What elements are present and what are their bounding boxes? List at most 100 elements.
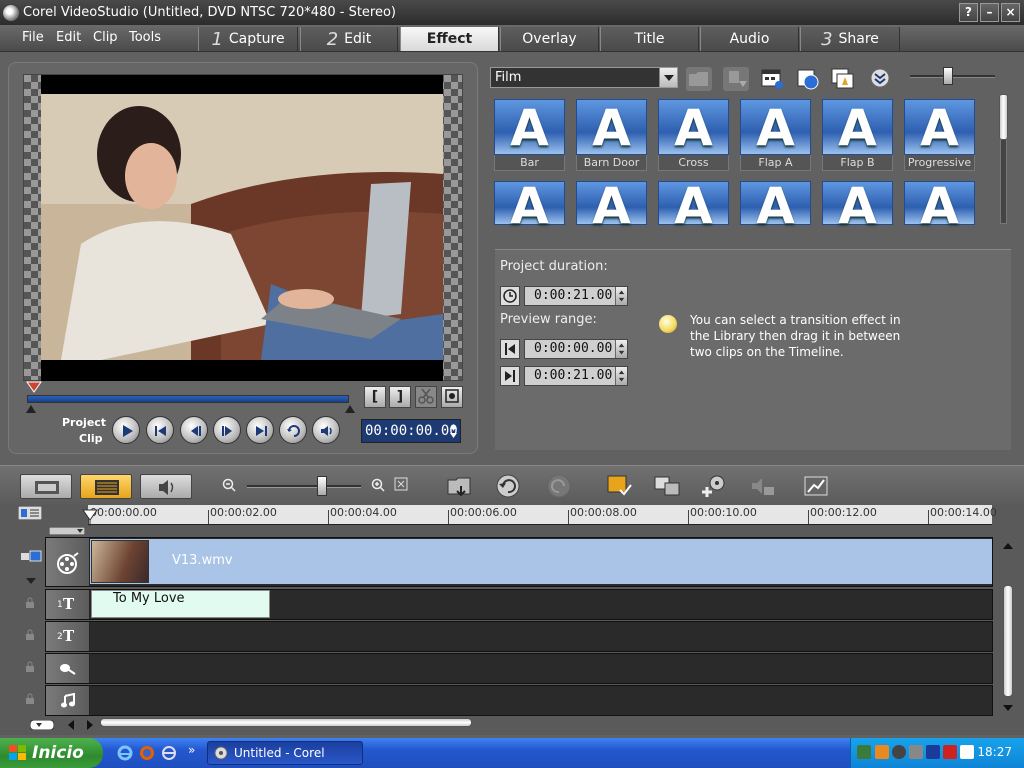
minimize-button[interactable]: –: [980, 3, 999, 22]
lock-icon[interactable]: [24, 693, 36, 705]
system-volume-button[interactable]: [312, 416, 340, 444]
insert-media-icon[interactable]: [446, 473, 474, 499]
timeline-zoom-slider[interactable]: [247, 485, 361, 488]
undo-icon[interactable]: [494, 473, 522, 499]
previous-frame-button[interactable]: [180, 416, 208, 444]
tray-app-icon[interactable]: [857, 745, 871, 759]
quick-launch-expand[interactable]: »: [188, 743, 195, 757]
preview-end-field[interactable]: 0:00:21.00: [524, 366, 628, 386]
scroll-right-icon[interactable]: [85, 719, 95, 731]
quick-launch-app-icon[interactable]: [161, 745, 177, 761]
library-scrollbar-thumb[interactable]: [999, 94, 1008, 140]
range-start-icon[interactable]: [500, 339, 520, 359]
mark-out-button[interactable]: ]: [389, 386, 411, 408]
batch-convert-icon[interactable]: [653, 473, 681, 499]
repeat-button[interactable]: [279, 416, 307, 444]
tray-app-icon[interactable]: [926, 745, 940, 759]
voice-track[interactable]: [45, 653, 993, 684]
help-button[interactable]: ?: [959, 3, 978, 22]
chevron-down-icon[interactable]: [659, 68, 677, 87]
smart-proxy-icon[interactable]: [605, 473, 633, 499]
apply-effect-icon[interactable]: [795, 67, 821, 91]
redo-icon[interactable]: [545, 473, 573, 499]
lock-icon[interactable]: [24, 629, 36, 641]
preview-start-field[interactable]: 0:00:00.00: [524, 339, 628, 359]
audio-mixer-icon[interactable]: [749, 473, 777, 499]
transition-flap-a[interactable]: A Flap A: [740, 99, 811, 171]
play-button[interactable]: [112, 416, 140, 444]
storyboard-view-button[interactable]: [20, 474, 72, 499]
next-frame-button[interactable]: [213, 416, 241, 444]
menu-tools[interactable]: Tools: [129, 30, 161, 45]
timeline-menu-icon[interactable]: [30, 720, 54, 730]
range-end-icon[interactable]: [500, 366, 520, 386]
tab-title[interactable]: Title: [600, 27, 699, 51]
clip-mode-label[interactable]: Clip: [79, 432, 103, 445]
end-button[interactable]: [246, 416, 274, 444]
timeline-zoom-thumb[interactable]: [317, 476, 327, 496]
enlarge-preview-button[interactable]: [441, 386, 463, 408]
transition-item[interactable]: A: [822, 181, 893, 253]
title-track-2[interactable]: 2 T: [45, 621, 993, 652]
chapter-point-icon[interactable]: [802, 473, 830, 499]
thumbnail-size-slider-thumb[interactable]: [943, 67, 953, 85]
playhead-marker-icon[interactable]: [26, 381, 42, 393]
timeline-view-button[interactable]: [80, 474, 132, 499]
tab-audio[interactable]: Audio: [700, 27, 799, 51]
trim-end-marker-icon[interactable]: [345, 405, 355, 413]
track-manager-icon[interactable]: [49, 527, 85, 535]
transition-bar[interactable]: A Bar: [494, 99, 565, 171]
firefox-icon[interactable]: [139, 745, 155, 761]
internet-explorer-icon[interactable]: [117, 745, 133, 761]
tab-edit[interactable]: 2 Edit: [300, 27, 398, 51]
options-expand-icon[interactable]: [868, 67, 894, 91]
transition-item[interactable]: A: [576, 181, 647, 253]
start-spinner-icon[interactable]: [615, 340, 627, 358]
transition-item[interactable]: A: [494, 181, 565, 253]
taskbar-item-videostudio[interactable]: Untitled - Corel Video...: [207, 741, 363, 765]
import-media-icon[interactable]: [686, 67, 712, 91]
end-spinner-icon[interactable]: [615, 367, 627, 385]
tray-app-icon[interactable]: [892, 745, 906, 759]
mark-in-button[interactable]: [: [364, 386, 386, 408]
zoom-out-icon[interactable]: [222, 478, 236, 492]
music-track[interactable]: [45, 685, 993, 716]
lock-icon[interactable]: [24, 661, 36, 673]
timeline-vertical-scrollbar[interactable]: [1003, 585, 1013, 697]
library-category-dropdown[interactable]: Film: [490, 67, 678, 88]
transition-item[interactable]: A: [904, 181, 975, 253]
start-button[interactable]: Inicio: [0, 738, 103, 768]
project-mode-label[interactable]: Project: [62, 416, 106, 429]
timecode-spinner-icon[interactable]: [448, 421, 459, 441]
menu-file[interactable]: File: [22, 30, 44, 45]
duration-spinner-icon[interactable]: [615, 287, 627, 305]
video-clip[interactable]: V13.wmv: [90, 539, 992, 584]
tab-overlay[interactable]: Overlay: [500, 27, 599, 51]
cut-clip-button[interactable]: [415, 386, 437, 408]
lock-icon[interactable]: [24, 597, 36, 609]
clock[interactable]: 18:27: [977, 745, 1012, 759]
timecode-display[interactable]: 00:00:00.00: [361, 419, 461, 443]
transition-flap-b[interactable]: A Flap B: [822, 99, 893, 171]
time-ruler[interactable]: 00:00:00.00 00:00:02.00 00:00:04.00 00:0…: [88, 505, 997, 525]
sort-icon[interactable]: [723, 67, 749, 91]
trim-start-marker-icon[interactable]: [26, 405, 36, 413]
tab-effect[interactable]: Effect: [400, 27, 499, 51]
tray-app-icon[interactable]: [875, 745, 889, 759]
transition-progressive[interactable]: A Progressive: [904, 99, 975, 171]
tab-capture[interactable]: 1 Capture: [198, 27, 298, 51]
project-duration-field[interactable]: 0:00:21.00: [524, 286, 628, 306]
transition-item[interactable]: A: [740, 181, 811, 253]
transition-item[interactable]: A: [658, 181, 729, 253]
track-visibility-icon[interactable]: [20, 549, 42, 563]
menu-clip[interactable]: Clip: [93, 30, 118, 45]
library-manager-icon[interactable]: [759, 67, 785, 91]
favorites-icon[interactable]: [830, 67, 856, 91]
tab-share[interactable]: 3 Share: [800, 27, 900, 51]
audio-view-button[interactable]: [140, 474, 192, 499]
scroll-left-icon[interactable]: [66, 719, 76, 731]
app-icon[interactable]: [3, 4, 19, 21]
tray-app-icon[interactable]: [909, 745, 923, 759]
timeline-playhead-icon[interactable]: [82, 508, 98, 526]
menu-edit[interactable]: Edit: [56, 30, 81, 45]
